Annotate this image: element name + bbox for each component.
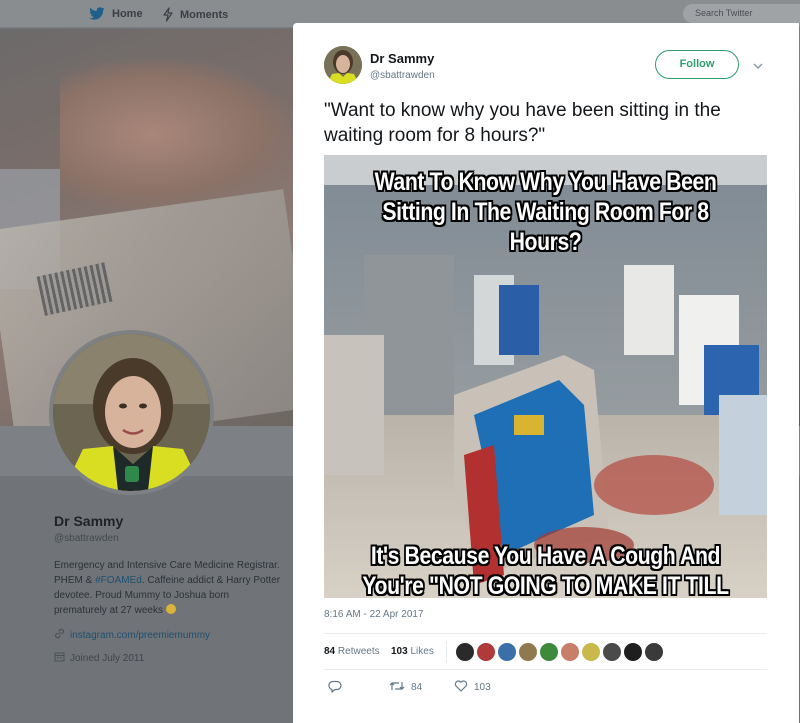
nav-moments-label: Moments [180, 8, 229, 21]
tweet-actions: 84 103 [324, 680, 767, 700]
tweet-modal: Dr Sammy @sbattrawden Follow "Want to kn… [293, 23, 799, 723]
retweets-label: Retweets [337, 646, 380, 657]
likes-stat[interactable]: 103 Likes [391, 646, 434, 657]
profile-joined: Joined July 2011 [54, 651, 284, 665]
retweets-stat[interactable]: 84 Retweets [324, 646, 380, 657]
liker-avatar[interactable] [497, 642, 517, 662]
lightning-icon [162, 7, 174, 22]
likes-count: 103 [391, 646, 408, 657]
link-icon [54, 628, 65, 642]
nav-moments[interactable]: Moments [162, 7, 228, 22]
tweet-author-name[interactable]: Dr Sammy [370, 51, 434, 66]
tweet-text: "Want to know why you have been sitting … [324, 100, 721, 146]
tweet-timestamp[interactable]: 8:16 AM - 22 Apr 2017 [324, 609, 424, 620]
heart-icon [454, 680, 468, 695]
profile-avatar[interactable] [49, 330, 214, 495]
profile-joined-label: Joined July 2011 [70, 652, 145, 664]
calendar-icon [54, 651, 65, 665]
tweet-author-avatar[interactable] [324, 46, 362, 84]
chevron-down-icon[interactable] [751, 59, 765, 71]
smile-emoji-icon [165, 604, 176, 614]
reply-icon [328, 680, 342, 696]
liker-avatar[interactable] [476, 642, 496, 662]
profile-handle[interactable]: @sbattrawden [54, 533, 284, 544]
search-input[interactable]: Search Twitter [683, 4, 800, 23]
retweet-icon [389, 680, 405, 695]
bio-hashtag-link[interactable]: #FOAMEd [95, 575, 142, 586]
image-caption-bottom: It's Because You Have A Cough And You're… [362, 542, 729, 598]
tweet-stats: 84 Retweets 103 Likes [324, 633, 767, 670]
retweet-action-count: 84 [411, 682, 423, 693]
likes-label: Likes [410, 646, 434, 657]
profile-website[interactable]: instagram.com/preemiemummy [54, 628, 284, 642]
like-action-count: 103 [474, 682, 491, 693]
tweet-image[interactable]: Want To Know Why You Have Been Sitting I… [324, 155, 767, 598]
profile-website-label[interactable]: instagram.com/preemiemummy [70, 630, 210, 641]
liker-avatar[interactable] [518, 642, 538, 662]
nav-home[interactable]: Home [88, 7, 143, 21]
retweet-button[interactable]: 84 [389, 680, 422, 695]
retweets-count: 84 [324, 646, 336, 657]
liker-avatar[interactable] [455, 642, 475, 662]
profile-bio: Emergency and Intensive Care Medicine Re… [54, 558, 284, 618]
nav-home-label: Home [112, 8, 143, 20]
reply-button[interactable] [328, 680, 342, 696]
tweet-author-handle[interactable]: @sbattrawden [370, 70, 435, 81]
liker-avatar[interactable] [623, 642, 643, 662]
follow-button[interactable]: Follow [655, 50, 739, 79]
image-caption-top: Want To Know Why You Have Been Sitting I… [374, 168, 717, 256]
twitter-bird-icon [88, 7, 106, 21]
liker-avatar[interactable] [581, 642, 601, 662]
profile-info: Dr Sammy @sbattrawden Emergency and Inte… [54, 513, 284, 665]
liker-avatar[interactable] [644, 642, 664, 662]
profile-name[interactable]: Dr Sammy [54, 513, 284, 529]
like-button[interactable]: 103 [454, 680, 491, 695]
liker-avatar[interactable] [560, 642, 580, 662]
liker-avatar[interactable] [539, 642, 559, 662]
liker-avatar[interactable] [602, 642, 622, 662]
